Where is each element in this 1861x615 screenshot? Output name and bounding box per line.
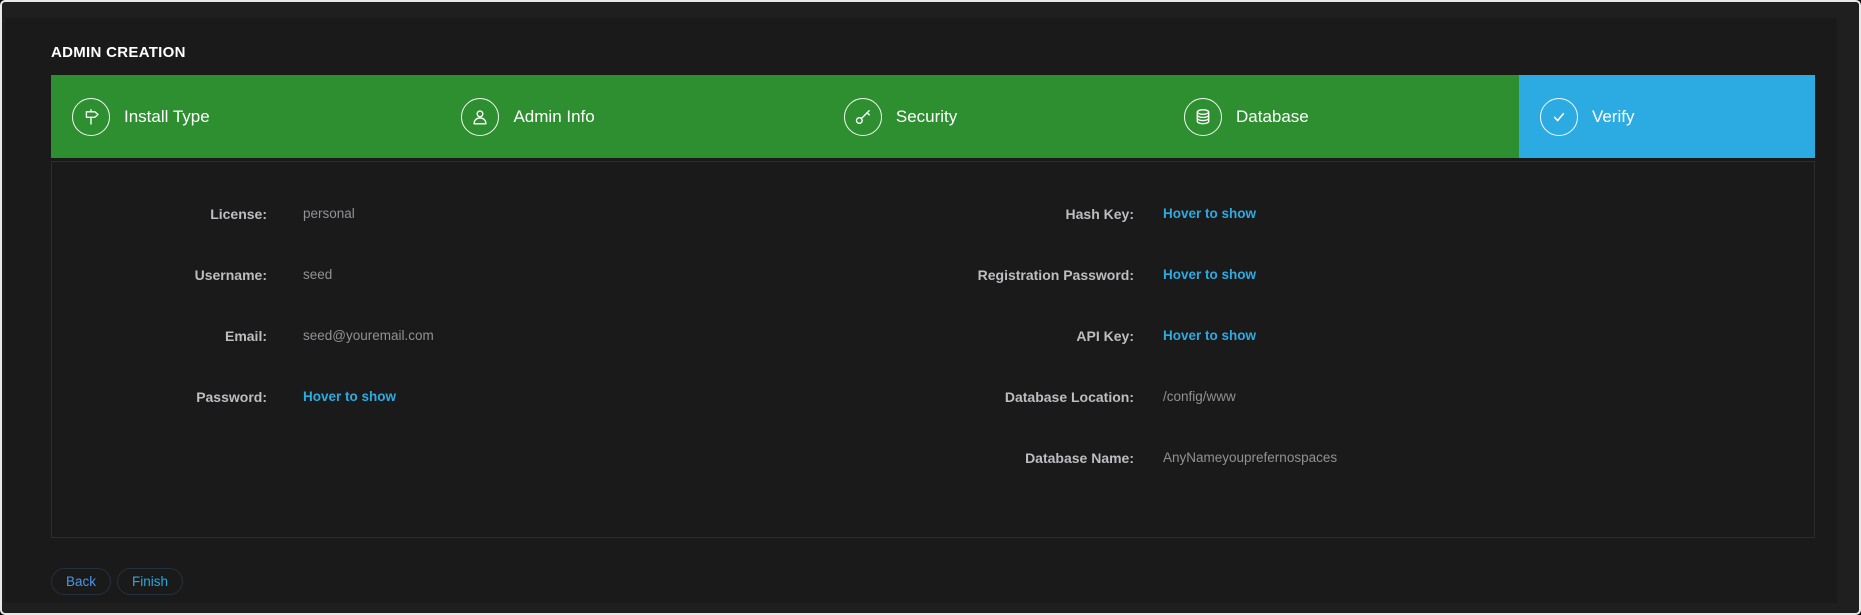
field-api-key: API Key: Hover to show [933, 305, 1814, 366]
hover-to-show-value[interactable]: Hover to show [1163, 267, 1256, 282]
field-database-name: Database Name: AnyNameyouprefernospaces [933, 427, 1814, 488]
field-database-location: Database Location: /config/www [933, 366, 1814, 427]
wizard-actions: Back Finish [51, 568, 1815, 595]
field-label: Username: [52, 267, 267, 283]
key-icon [844, 98, 882, 136]
field-label: Database Name: [933, 450, 1134, 466]
verify-summary-panel: License: personal Username: seed Email: … [51, 161, 1815, 538]
field-hash-key: Hash Key: Hover to show [933, 183, 1814, 244]
step-database[interactable]: Database [1163, 75, 1519, 158]
field-label: Password: [52, 389, 267, 405]
field-email: Email: seed@youremail.com [52, 305, 933, 366]
step-label: Database [1236, 107, 1309, 127]
wizard-step-bar: Install Type Admin Info [51, 75, 1815, 158]
verify-right-column: Hash Key: Hover to show Registration Pas… [933, 162, 1814, 537]
field-label: Database Location: [933, 389, 1134, 405]
field-password: Password: Hover to show [52, 366, 933, 427]
field-value: AnyNameyouprefernospaces [1163, 450, 1337, 465]
step-security[interactable]: Security [823, 75, 1163, 158]
hover-to-show-value[interactable]: Hover to show [1163, 206, 1256, 221]
admin-creation-window: ADMIN CREATION Install Type [5, 18, 1837, 603]
field-value: seed [303, 267, 332, 282]
hover-to-show-value[interactable]: Hover to show [1163, 328, 1256, 343]
verify-left-column: License: personal Username: seed Email: … [52, 162, 933, 537]
field-label: Hash Key: [933, 206, 1134, 222]
signpost-icon [72, 98, 110, 136]
field-registration-password: Registration Password: Hover to show [933, 244, 1814, 305]
step-label: Security [896, 107, 957, 127]
field-license: License: personal [52, 183, 933, 244]
database-icon [1184, 98, 1222, 136]
field-label: API Key: [933, 328, 1134, 344]
hover-to-show-value[interactable]: Hover to show [303, 389, 396, 404]
step-admin-info[interactable]: Admin Info [440, 75, 822, 158]
field-label: Email: [52, 328, 267, 344]
step-label: Admin Info [513, 107, 594, 127]
user-icon [461, 98, 499, 136]
field-value: seed@youremail.com [303, 328, 434, 343]
screen: ADMIN CREATION Install Type [0, 0, 1861, 615]
step-label: Verify [1592, 107, 1635, 127]
back-button[interactable]: Back [51, 568, 111, 595]
page-title: ADMIN CREATION [51, 44, 1815, 61]
check-icon [1540, 98, 1578, 136]
field-value: /config/www [1163, 389, 1236, 404]
field-label: License: [52, 206, 267, 222]
field-label: Registration Password: [933, 267, 1134, 283]
step-verify[interactable]: Verify [1519, 75, 1815, 158]
step-install-type[interactable]: Install Type [51, 75, 440, 158]
step-label: Install Type [124, 107, 210, 127]
finish-button[interactable]: Finish [117, 568, 183, 595]
field-username: Username: seed [52, 244, 933, 305]
field-value: personal [303, 206, 355, 221]
